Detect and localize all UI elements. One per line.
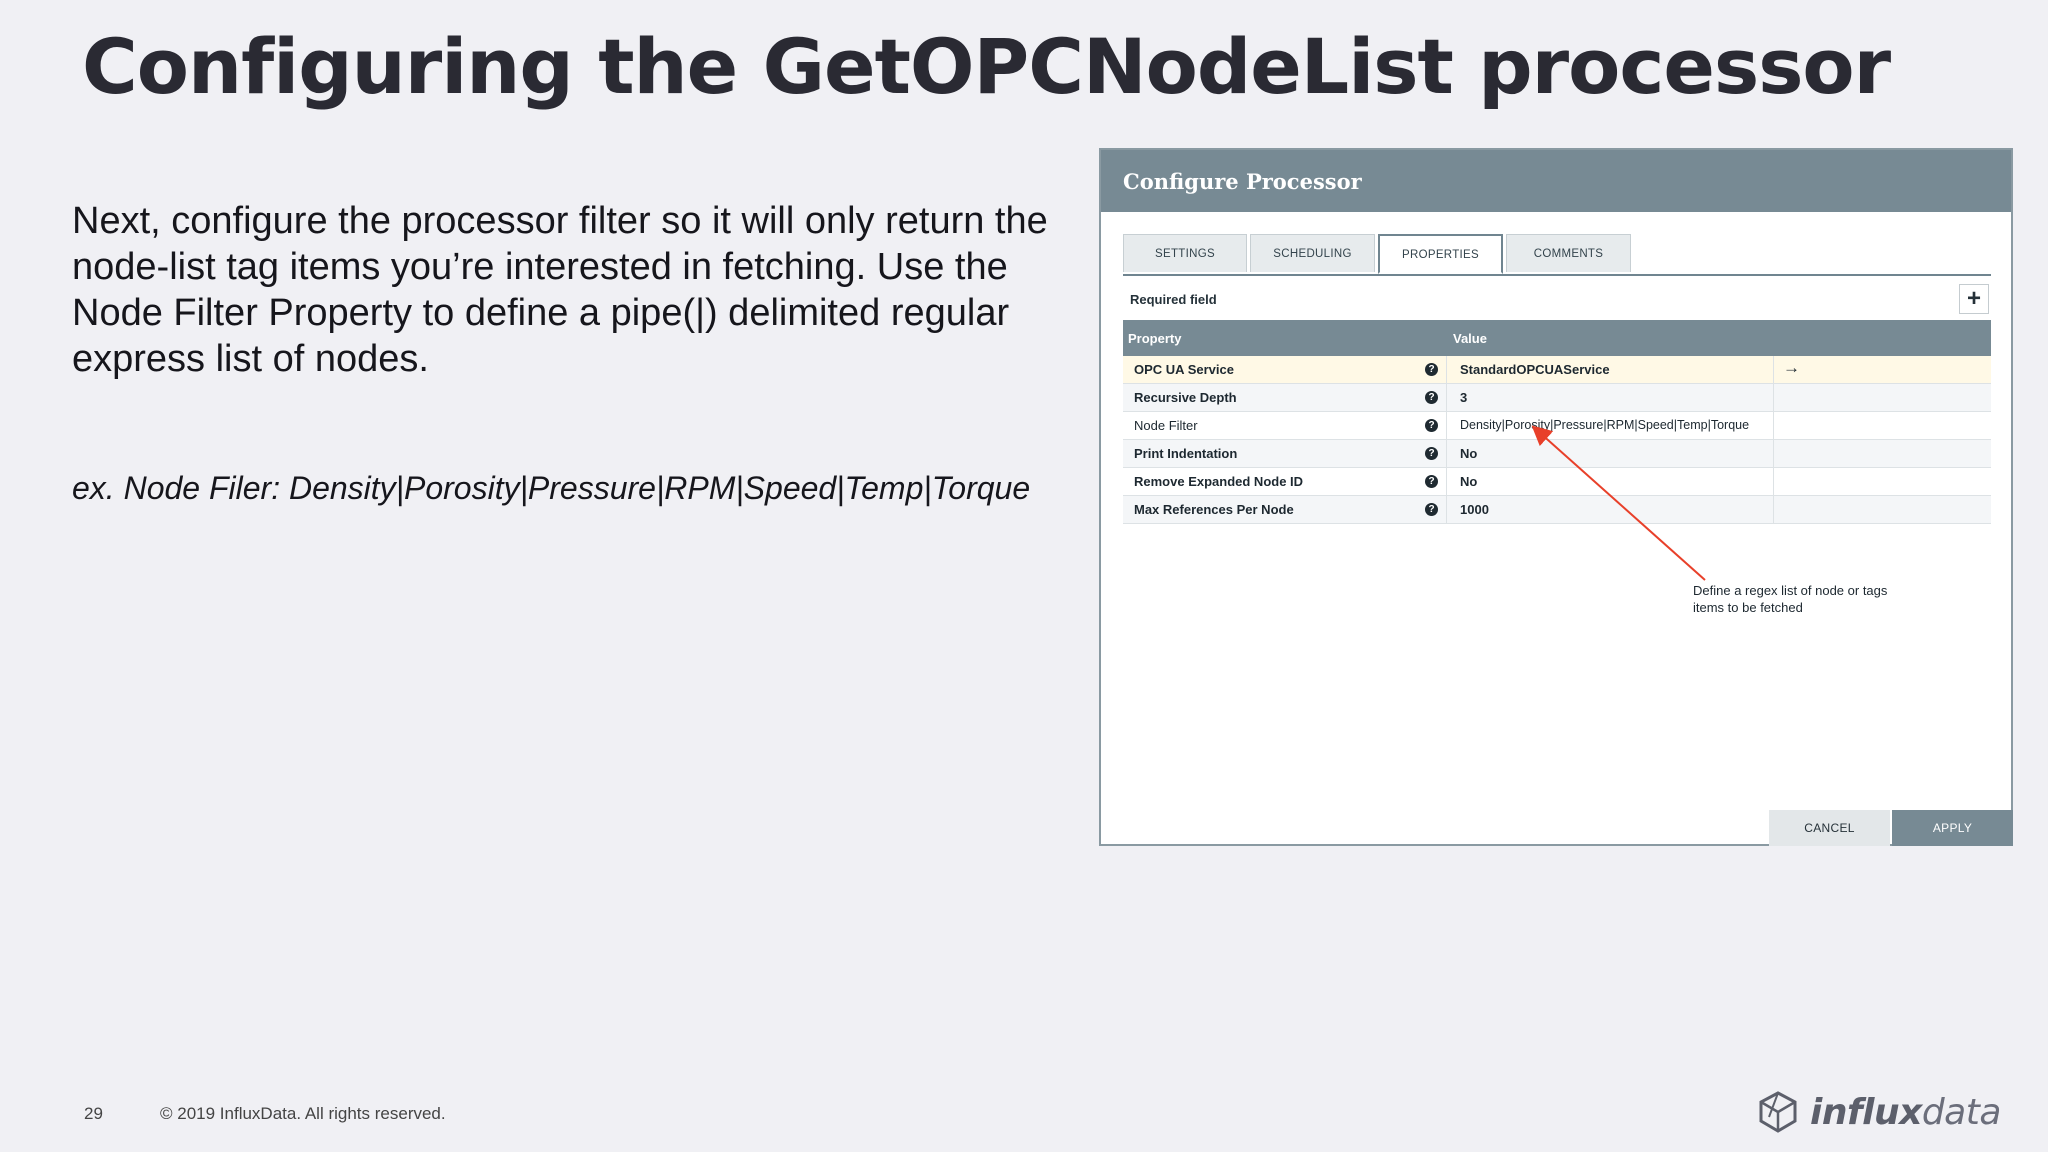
page-number: 29 <box>84 1104 103 1123</box>
logo-brand-bold: influx <box>1810 1091 1922 1133</box>
slide-example-text: ex. Node Filer: Density|Porosity|Pressur… <box>72 470 1031 506</box>
configure-processor-dialog: Configure Processor SETTINGS SCHEDULING … <box>1099 148 2013 846</box>
logo-brand-light: data <box>1921 1091 2002 1133</box>
copyright-text: © 2019 InfluxData. All rights reserved. <box>160 1104 446 1123</box>
slide-body-text: Next, configure the processor filter so … <box>72 200 1048 380</box>
influxdata-cube-icon <box>1759 1091 1797 1133</box>
logo-wordmark: influxdata <box>1810 1092 2001 1133</box>
annotation-text: Define a regex list of node or tags item… <box>1693 583 1888 615</box>
slide-title: Configuring the GetOPCNodeList processor <box>82 22 1891 111</box>
influxdata-logo: influxdata <box>1756 1086 2001 1138</box>
apply-button[interactable]: APPLY <box>1892 810 2013 846</box>
cancel-button[interactable]: CANCEL <box>1769 810 1890 846</box>
annotation-arrow <box>1531 425 1706 581</box>
